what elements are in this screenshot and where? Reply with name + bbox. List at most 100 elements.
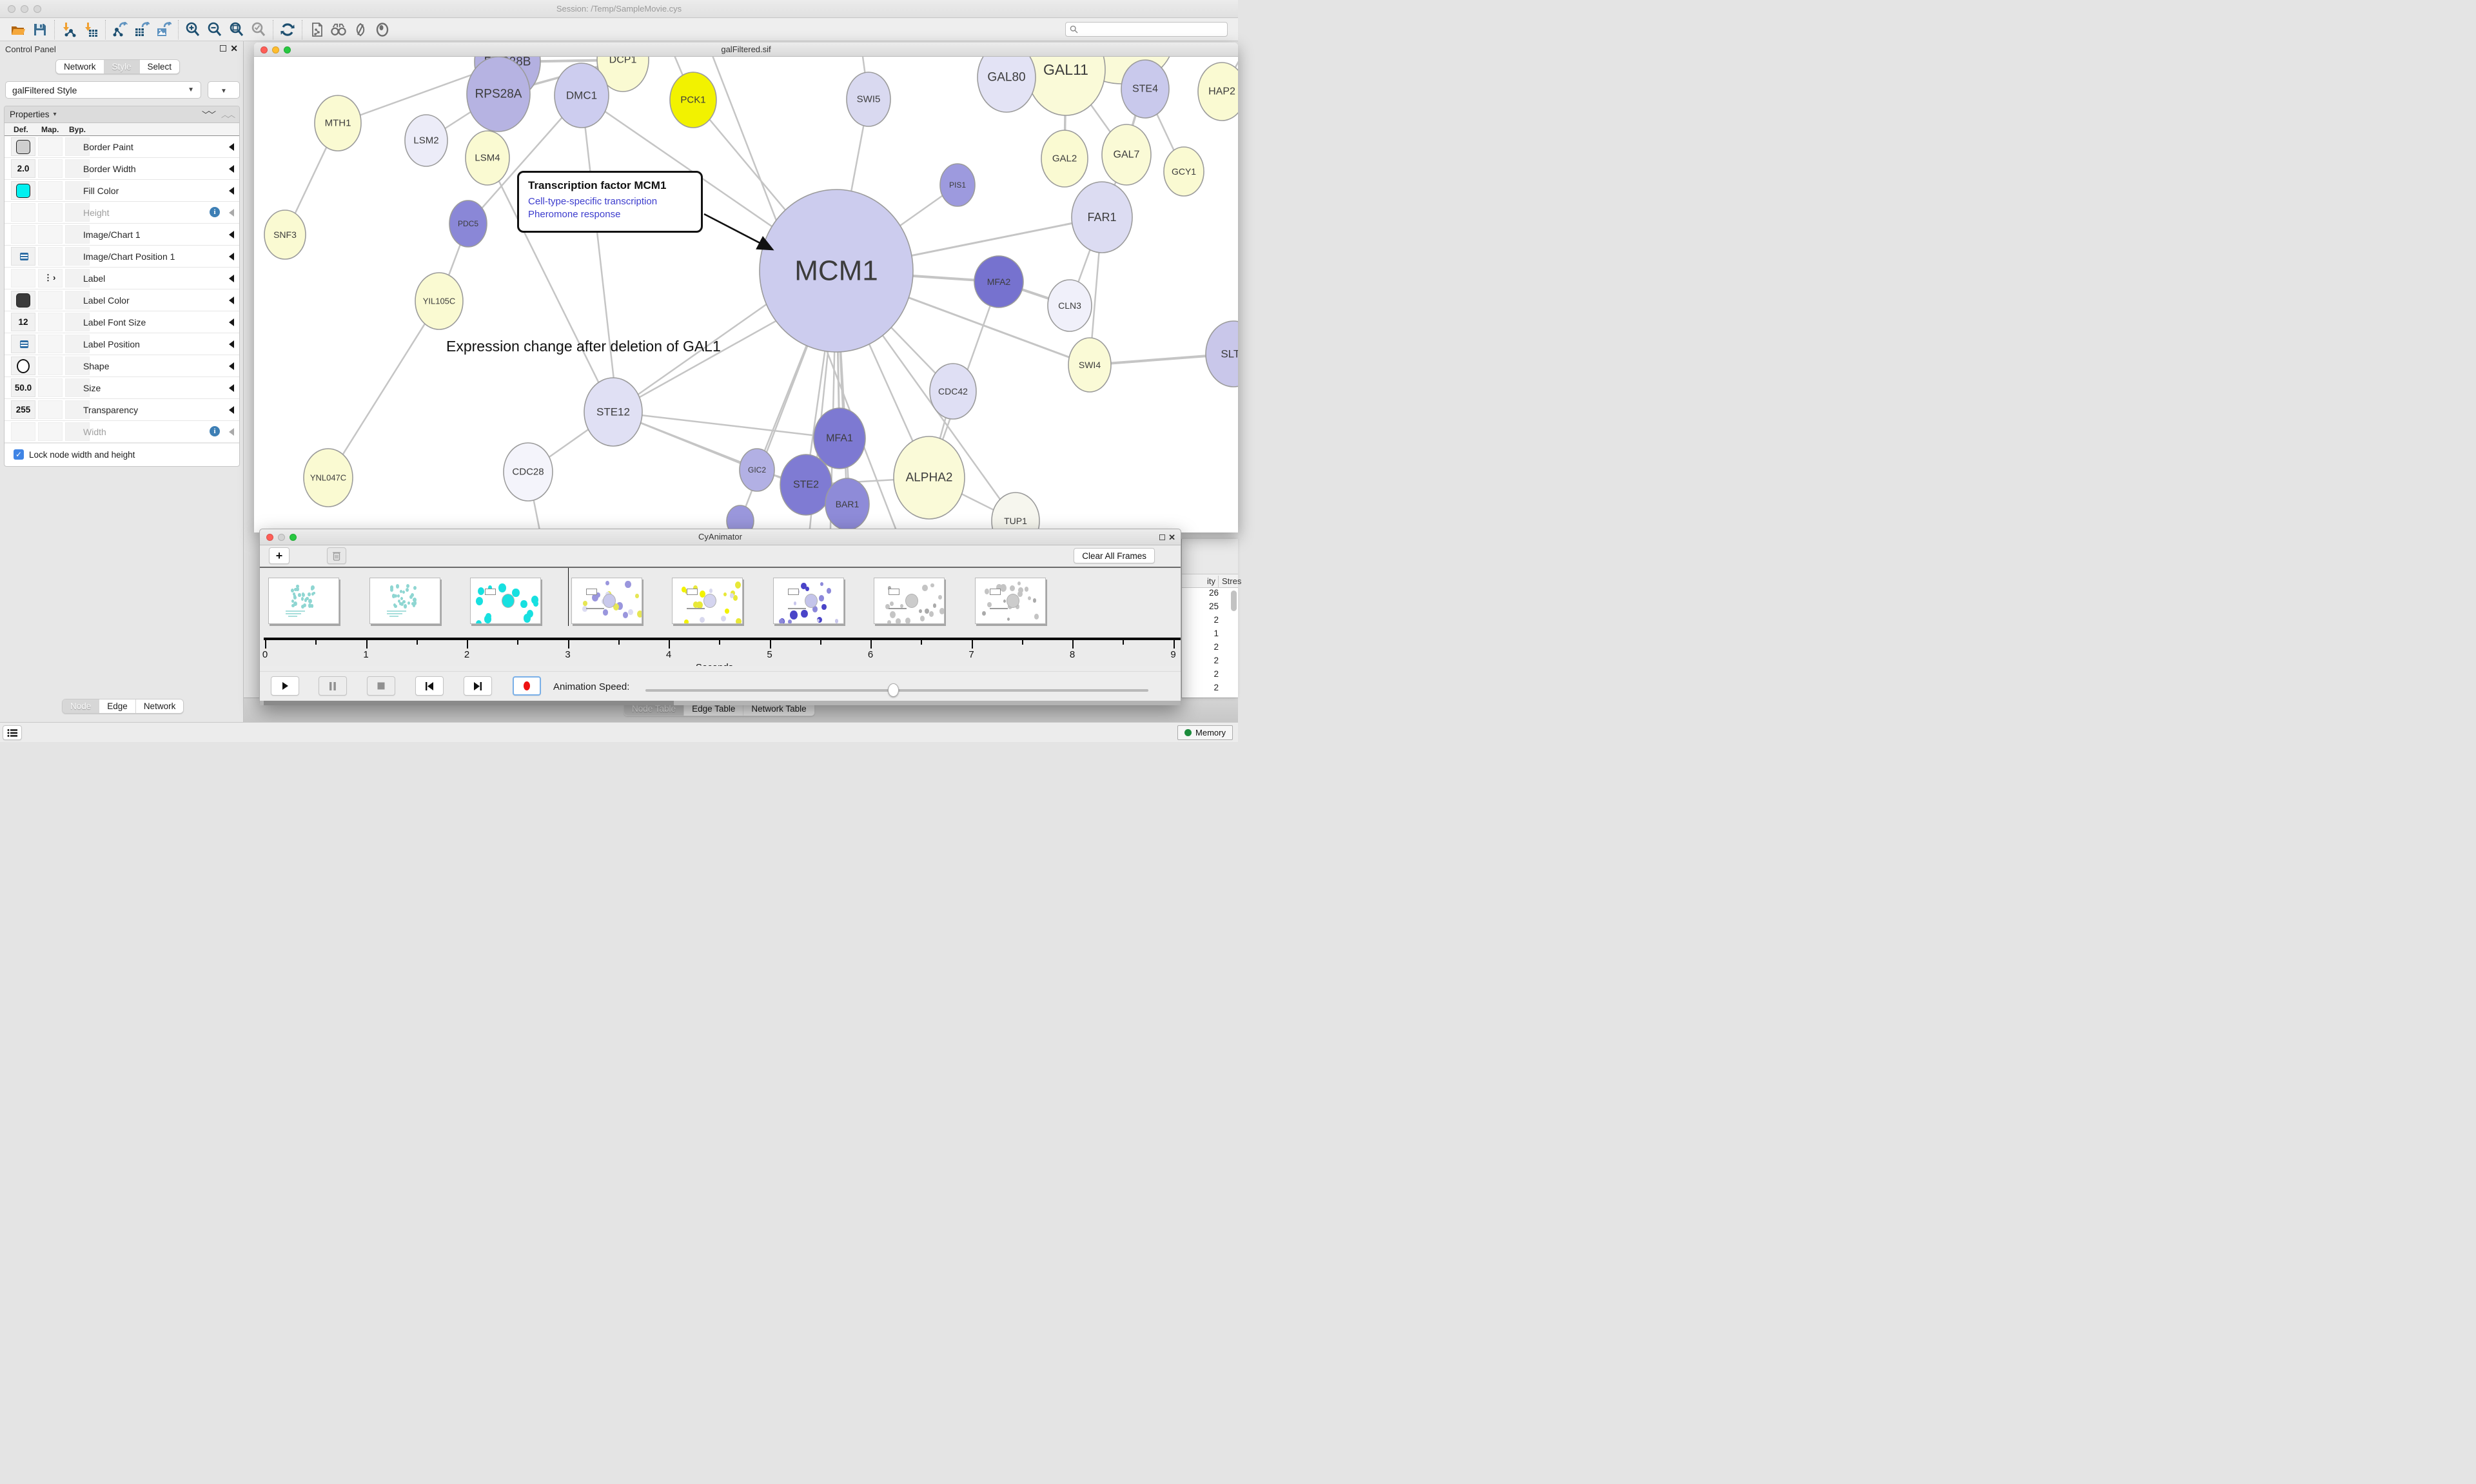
table-cell[interactable]: 2 (1182, 696, 1238, 698)
expand-arrow-icon[interactable] (229, 143, 234, 151)
mapping-cell[interactable] (38, 356, 63, 375)
export-image-icon[interactable] (156, 22, 172, 37)
cyanimator-titlebar[interactable]: CyAnimator ✕ (260, 529, 1181, 545)
default-value-cell[interactable]: 12 (11, 313, 35, 331)
column-header[interactable]: ity (1182, 576, 1215, 586)
property-row-height[interactable]: Heighti (5, 202, 239, 224)
tab-network[interactable]: Network (56, 60, 104, 73)
expand-arrow-icon[interactable] (229, 340, 234, 348)
float-panel-icon[interactable] (1159, 534, 1165, 540)
close-panel-icon[interactable]: ✕ (230, 43, 238, 54)
close-panel-icon[interactable]: ✕ (1168, 532, 1175, 543)
add-frame-button[interactable]: + (269, 547, 290, 564)
slider-thumb[interactable] (888, 683, 899, 697)
expand-arrow-icon[interactable] (229, 165, 234, 173)
default-value-cell[interactable] (11, 269, 35, 288)
default-value-cell[interactable] (11, 247, 35, 266)
table-cell[interactable]: 1 (1182, 629, 1238, 642)
table-cell[interactable]: 25 (1182, 601, 1238, 615)
default-value-cell[interactable]: 2.0 (11, 159, 35, 178)
record-button[interactable] (513, 676, 541, 696)
task-history-button[interactable] (3, 725, 22, 740)
keyframe-thumbnail-5[interactable] (773, 578, 844, 624)
default-value-cell[interactable] (11, 225, 35, 244)
table-cell[interactable]: 2 (1182, 615, 1238, 629)
property-row-label-font-size[interactable]: 12Label Font Size (5, 311, 239, 333)
expand-arrow-icon[interactable] (229, 231, 234, 239)
info-icon[interactable]: i (210, 207, 220, 217)
network-window-titlebar[interactable]: galFiltered.sif (254, 43, 1238, 57)
clear-all-frames-button[interactable]: Clear All Frames (1074, 548, 1155, 563)
default-value-cell[interactable] (11, 181, 35, 200)
property-row-label-position[interactable]: Label Position (5, 333, 239, 355)
stop-button[interactable] (367, 676, 395, 696)
property-row-shape[interactable]: Shape (5, 355, 239, 377)
style-options-button[interactable]: ▼ (208, 81, 240, 99)
import-table-icon[interactable] (83, 22, 99, 37)
tab-select[interactable]: Select (140, 60, 180, 73)
property-row-size[interactable]: 50.0Size (5, 377, 239, 399)
float-panel-icon[interactable] (220, 45, 226, 52)
collapse-all-icon[interactable]: ︿︿ (221, 109, 234, 120)
expand-arrow-icon[interactable] (229, 362, 234, 370)
save-session-icon[interactable] (32, 22, 48, 37)
default-value-cell[interactable] (11, 137, 35, 156)
expand-arrow-icon[interactable] (229, 297, 234, 304)
table-cell[interactable]: 2 (1182, 669, 1238, 683)
info-icon[interactable]: i (210, 426, 220, 436)
mapping-cell[interactable]: ⋮› (38, 269, 63, 288)
mapping-cell[interactable] (38, 225, 63, 244)
table-cell[interactable]: 2 (1182, 683, 1238, 696)
tab-node[interactable]: Node (63, 699, 99, 713)
pause-button[interactable] (319, 676, 347, 696)
zoom-selected-icon[interactable] (251, 22, 266, 37)
mapping-cell[interactable] (38, 422, 63, 441)
default-value-cell[interactable]: 50.0 (11, 378, 35, 397)
expand-arrow-icon[interactable] (229, 187, 234, 195)
expand-arrow-icon[interactable] (229, 209, 234, 217)
keyframe-thumbnail-3[interactable] (571, 578, 642, 624)
property-row-image-chart-1[interactable]: Image/Chart 1 (5, 224, 239, 246)
network-caption[interactable]: Expression change after deletion of GAL1 (446, 338, 721, 355)
refresh-layout-icon[interactable] (280, 22, 295, 37)
tab-style[interactable]: Style (104, 60, 140, 73)
import-network-icon[interactable] (61, 22, 77, 37)
column-header[interactable]: Stres (1222, 576, 1241, 586)
default-value-cell[interactable] (11, 291, 35, 309)
table-cell[interactable]: 26 (1182, 588, 1238, 601)
property-row-label[interactable]: ⋮›Label (5, 268, 239, 289)
open-session-icon[interactable] (10, 22, 26, 37)
default-value-cell[interactable] (11, 335, 35, 353)
mapping-cell[interactable] (38, 313, 63, 331)
style-selector-dropdown[interactable]: galFiltered Style ▼ (5, 81, 201, 99)
mapping-cell[interactable] (38, 291, 63, 309)
mapping-cell[interactable] (38, 247, 63, 266)
timeline-scrollbar[interactable] (260, 701, 1181, 705)
keyframe-thumbnail-0[interactable] (268, 578, 339, 624)
network-node-gal80[interactable] (978, 57, 1036, 112)
timeline-pane[interactable]: 0123456789 Seconds (260, 568, 1181, 666)
hide-details-icon[interactable] (353, 22, 368, 37)
mapping-cell[interactable] (38, 137, 63, 156)
expand-arrow-icon[interactable] (229, 406, 234, 414)
properties-header[interactable]: Properties ▾ ﹀﹀ ︿︿ (5, 106, 239, 123)
mapping-cell[interactable] (38, 203, 63, 222)
keyframe-thumbnail-7[interactable] (975, 578, 1046, 624)
expand-all-icon[interactable]: ﹀﹀ (202, 109, 215, 120)
property-row-width[interactable]: Widthi (5, 421, 239, 443)
export-network-icon[interactable] (112, 22, 128, 37)
memory-button[interactable]: Memory (1177, 725, 1233, 740)
expand-arrow-icon[interactable] (229, 253, 234, 260)
skip-to-end-button[interactable] (464, 676, 492, 696)
keyframe-thumbnail-4[interactable] (672, 578, 743, 624)
property-row-fill-color[interactable]: Fill Color (5, 180, 239, 202)
zoom-in-icon[interactable] (185, 22, 201, 37)
search-input[interactable] (1081, 25, 1227, 34)
property-row-border-paint[interactable]: Border Paint (5, 136, 239, 158)
play-button[interactable] (271, 676, 299, 696)
mapping-cell[interactable] (38, 159, 63, 178)
annotation-link[interactable]: Cell-type-specific transcription (528, 196, 692, 207)
property-row-border-width[interactable]: 2.0Border Width (5, 158, 239, 180)
expand-arrow-icon[interactable] (229, 275, 234, 282)
property-row-transparency[interactable]: 255Transparency (5, 399, 239, 421)
